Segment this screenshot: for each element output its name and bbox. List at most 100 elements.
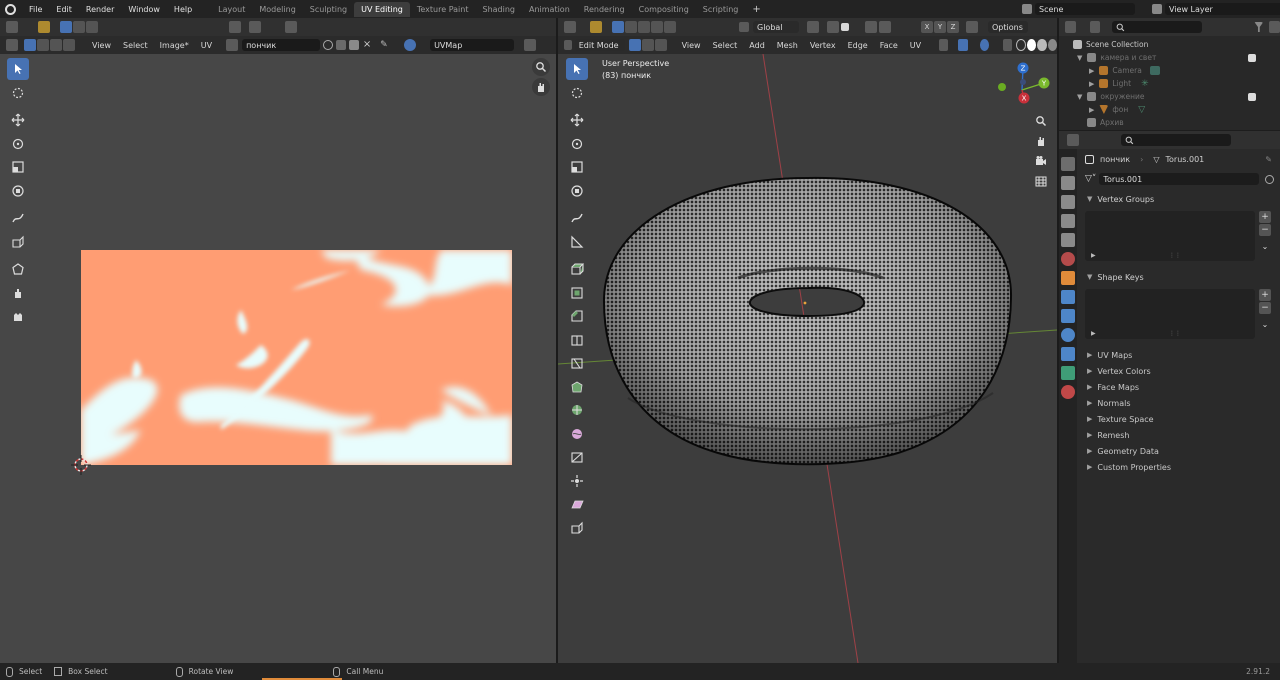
select-mode-subtract-button[interactable] — [86, 21, 98, 33]
vp-select-extend-button[interactable] — [625, 21, 637, 33]
fake-user-icon[interactable] — [323, 40, 334, 50]
uv-menu-image[interactable]: Image* — [154, 41, 195, 50]
constraints-tab-icon[interactable] — [1061, 347, 1075, 361]
tab-animation[interactable]: Animation — [522, 2, 577, 17]
vp-menu-select[interactable]: Select — [707, 41, 744, 50]
tool-scale[interactable] — [7, 156, 29, 178]
transform-orientation-dropdown[interactable]: Global — [753, 21, 799, 33]
uv-texture-image[interactable] — [81, 250, 512, 465]
outliner-row-background[interactable]: ▶ фон ▽ — [1059, 103, 1280, 116]
image-name-field[interactable]: пончик — [242, 39, 321, 51]
list-menu-icon[interactable]: ▶ — [1091, 330, 1096, 337]
modifier-tab-icon[interactable] — [1061, 290, 1075, 304]
vp-camera-button[interactable] — [1032, 152, 1050, 170]
editor-type-icon[interactable] — [6, 21, 18, 33]
unlink-image-icon[interactable]: × — [362, 40, 372, 50]
panel-face-maps[interactable]: ▶ Face Maps — [1079, 379, 1280, 395]
mesh-name-field[interactable]: Torus.001 — [1099, 173, 1259, 185]
vp-tool-spin[interactable] — [566, 399, 588, 421]
expand-arrow-icon[interactable]: ▼ — [1077, 93, 1082, 101]
remove-shape-key-button[interactable]: − — [1259, 302, 1271, 314]
display-channels-icon[interactable] — [524, 39, 537, 51]
resize-grip-icon[interactable]: ⋮⋮ — [1169, 330, 1181, 337]
vp-pan-button[interactable] — [1032, 132, 1050, 150]
vp-menu-uv[interactable]: UV — [904, 41, 927, 50]
vp-menu-vertex[interactable]: Vertex — [804, 41, 842, 50]
falloff-icon[interactable] — [879, 21, 891, 33]
vertex-group-specials-icon[interactable]: ⌄ — [1259, 241, 1271, 253]
tool-pinch[interactable] — [7, 305, 29, 327]
view-layer-selector[interactable]: View Layer — [1165, 3, 1280, 15]
panel-normals[interactable]: ▶ Normals — [1079, 395, 1280, 411]
pin-icon[interactable]: ✎ — [380, 40, 390, 50]
vertex-select-button[interactable] — [628, 39, 641, 51]
mirror-z-button[interactable]: Z — [947, 21, 959, 33]
list-menu-icon[interactable]: ▶ — [1091, 252, 1096, 259]
panel-vertex-groups-header[interactable]: ▼ Vertex Groups — [1079, 191, 1280, 207]
menu-window[interactable]: Window — [121, 5, 167, 14]
uv-vertex-mode-button[interactable] — [24, 39, 36, 51]
tool-annotate[interactable] — [7, 207, 29, 229]
shading-solid-icon[interactable] — [1027, 39, 1037, 51]
mirror-x-button[interactable]: X — [921, 21, 933, 33]
snapping-icon[interactable] — [827, 21, 839, 33]
tool-tab-icon[interactable] — [1061, 157, 1075, 171]
panel-vertex-colors[interactable]: ▶ Vertex Colors — [1079, 363, 1280, 379]
vp-select-new-button[interactable] — [612, 21, 624, 33]
face-select-button[interactable] — [654, 39, 667, 51]
render-tab-icon[interactable] — [1061, 176, 1075, 190]
select-tool-icon[interactable] — [38, 21, 50, 33]
open-image-icon[interactable] — [349, 40, 360, 50]
tab-texture-paint[interactable]: Texture Paint — [410, 2, 476, 17]
add-workspace-button[interactable]: + — [745, 1, 767, 18]
tool-grab[interactable] — [7, 282, 29, 304]
expand-arrow-icon[interactable]: ▶ — [1089, 80, 1094, 88]
options-dropdown[interactable]: Options — [988, 21, 1028, 33]
menu-file[interactable]: File — [22, 5, 49, 14]
world-tab-icon[interactable] — [1061, 252, 1075, 266]
vp-menu-edge[interactable]: Edge — [842, 41, 874, 50]
vp-tool-move[interactable] — [566, 109, 588, 131]
viewport-select-tool-icon[interactable] — [590, 21, 602, 33]
physics-tab-icon[interactable] — [1061, 328, 1075, 342]
vp-tool-extrude[interactable] — [566, 258, 588, 280]
torus-mesh[interactable] — [598, 168, 1018, 478]
properties-editor-type-icon[interactable] — [1067, 134, 1079, 146]
shading-material-icon[interactable] — [1037, 39, 1047, 51]
scene-selector[interactable]: Scene — [1035, 3, 1135, 15]
uv-face-mode-button[interactable] — [50, 39, 62, 51]
object-tab-icon[interactable] — [1061, 271, 1075, 285]
expand-arrow-icon[interactable]: ▼ — [1077, 54, 1082, 62]
fake-user-icon[interactable] — [1265, 174, 1274, 184]
uv-edge-mode-button[interactable] — [37, 39, 49, 51]
outliner-row-environment[interactable]: ▼ окружение — [1059, 90, 1280, 103]
panel-geometry-data[interactable]: ▶ Geometry Data — [1079, 443, 1280, 459]
menu-help[interactable]: Help — [167, 5, 199, 14]
outliner-row-archive[interactable]: Архив — [1059, 116, 1280, 129]
filter-icon[interactable] — [1254, 22, 1264, 32]
mode-dropdown[interactable]: Edit Mode — [574, 39, 625, 51]
checkbox-icon[interactable] — [1248, 92, 1256, 101]
menu-render[interactable]: Render — [79, 5, 121, 14]
mesh-browse-icon[interactable]: ▽˅ — [1085, 174, 1096, 184]
outliner-row-camera[interactable]: ▶ Camera — [1059, 64, 1280, 77]
mirror-y-button[interactable]: Y — [934, 21, 946, 33]
overlays-icon[interactable] — [979, 39, 990, 51]
outliner-row-light[interactable]: ▶ Light ✳ — [1059, 77, 1280, 90]
uv-island-mode-button[interactable] — [63, 39, 75, 51]
vp-tool-inset[interactable] — [566, 282, 588, 304]
tab-scripting[interactable]: Scripting — [696, 2, 746, 17]
vp-tool-rip[interactable] — [566, 517, 588, 539]
vp-tool-bevel[interactable] — [566, 305, 588, 327]
vp-tool-shear[interactable] — [566, 493, 588, 515]
shape-keys-list[interactable]: ▶ ⋮⋮ — [1085, 289, 1255, 339]
tab-shading[interactable]: Shading — [475, 2, 522, 17]
vp-tool-poly-build[interactable] — [566, 376, 588, 398]
pin-icon[interactable]: ✎ — [1265, 155, 1272, 164]
add-shape-key-button[interactable]: + — [1259, 289, 1271, 301]
tool-transform[interactable] — [7, 180, 29, 202]
shape-key-specials-icon[interactable]: ⌄ — [1259, 319, 1271, 331]
vp-tool-smooth[interactable] — [566, 423, 588, 445]
tool-cube-annotate[interactable] — [7, 231, 29, 253]
edit-mode-icon[interactable] — [564, 40, 572, 50]
